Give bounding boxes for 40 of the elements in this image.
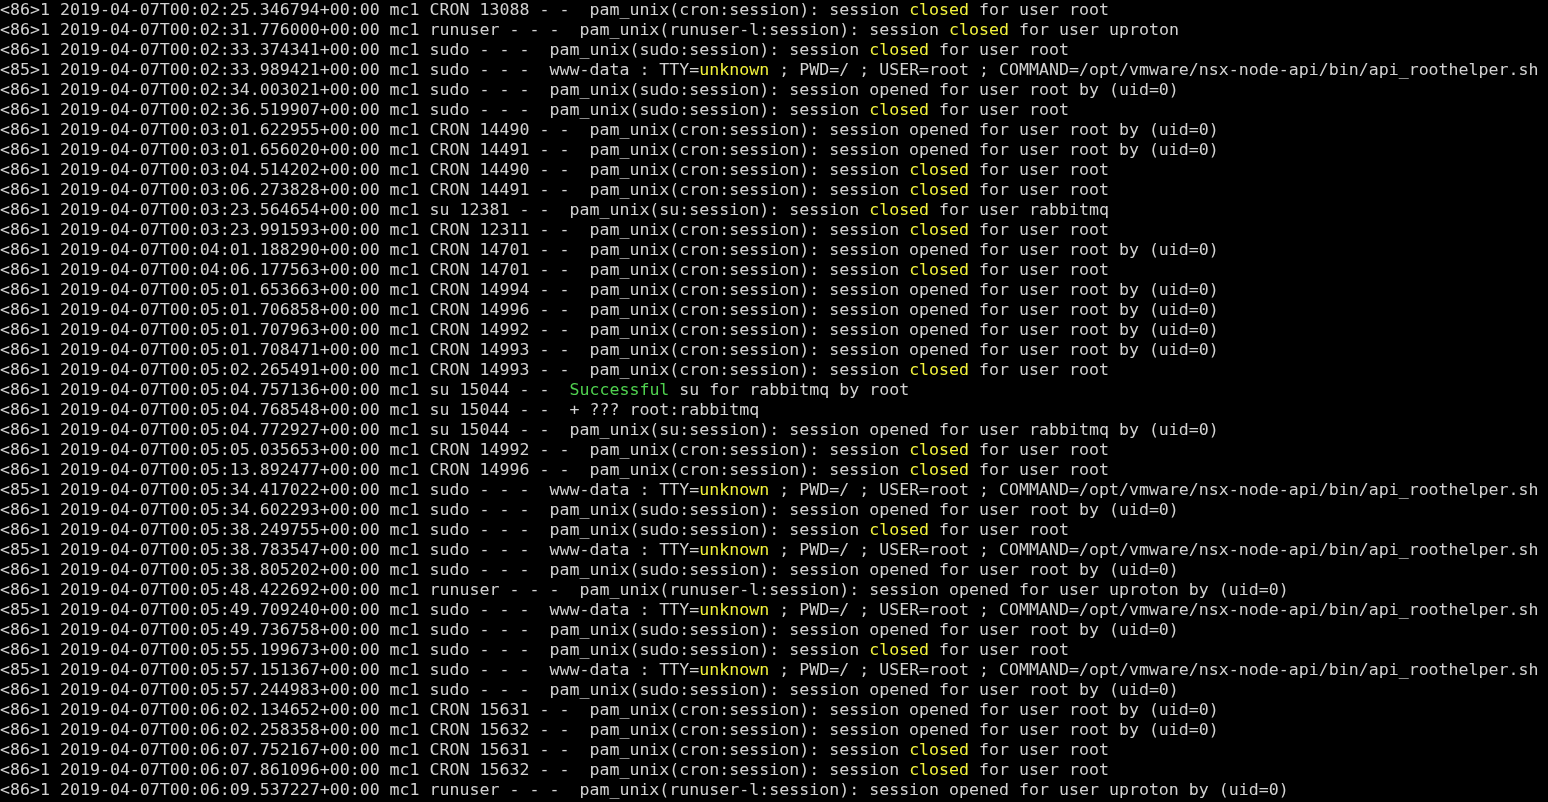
log-line: <86>1 2019-04-07T00:02:31.776000+00:00 mc1 runuser - - - pam_unix(runuser-l:session): session closed for user uproton: [0, 20, 1179, 40]
log-line: <85>1 2019-04-07T00:05:49.709240+00:00 mc1 sudo - - - www-data : TTY=unknown ; PWD=/ ; USER=root ; COMMAND=/opt/vmware/nsx-node-api/bin/api_roothelper.sh: [0, 600, 1539, 620]
log-line: <86>1 2019-04-07T00:06:09.537227+00:00 mc1 runuser - - - pam_unix(runuser-l:session): session opened for user uproton by (uid=0): [0, 780, 1289, 800]
log-line: <86>1 2019-04-07T00:05:01.653663+00:00 mc1 CRON 14994 - - pam_unix(cron:session): session opened for user root by (uid=0): [0, 280, 1219, 300]
log-line: <86>1 2019-04-07T00:05:05.035653+00:00 mc1 CRON 14992 - - pam_unix(cron:session): session closed for user root: [0, 440, 1109, 460]
log-line: <85>1 2019-04-07T00:05:38.783547+00:00 mc1 sudo - - - www-data : TTY=unknown ; PWD=/ ; USER=root ; COMMAND=/opt/vmware/nsx-node-api/bin/api_roothelper.sh: [0, 540, 1539, 560]
log-line: <86>1 2019-04-07T00:04:06.177563+00:00 mc1 CRON 14701 - - pam_unix(cron:session): session closed for user root: [0, 260, 1109, 280]
log-line: <86>1 2019-04-07T00:05:13.892477+00:00 mc1 CRON 14996 - - pam_unix(cron:session): session closed for user root: [0, 460, 1109, 480]
log-line: <86>1 2019-04-07T00:02:34.003021+00:00 mc1 sudo - - - pam_unix(sudo:session): session opened for user root by (uid=0): [0, 80, 1179, 100]
log-line: <86>1 2019-04-07T00:05:55.199673+00:00 mc1 sudo - - - pam_unix(sudo:session): session closed for user root: [0, 640, 1069, 660]
log-line: <86>1 2019-04-07T00:06:02.258358+00:00 mc1 CRON 15632 - - pam_unix(cron:session): session opened for user root by (uid=0): [0, 720, 1219, 740]
log-line: <86>1 2019-04-07T00:06:07.861096+00:00 mc1 CRON 15632 - - pam_unix(cron:session): session closed for user root: [0, 760, 1109, 780]
log-line: <86>1 2019-04-07T00:05:02.265491+00:00 mc1 CRON 14993 - - pam_unix(cron:session): session closed for user root: [0, 360, 1109, 380]
log-line: <86>1 2019-04-07T00:03:04.514202+00:00 mc1 CRON 14490 - - pam_unix(cron:session): session closed for user root: [0, 160, 1109, 180]
log-line: <86>1 2019-04-07T00:03:23.564654+00:00 mc1 su 12381 - - pam_unix(su:session): session closed for user rabbitmq: [0, 200, 1109, 220]
log-line: <86>1 2019-04-07T00:06:02.134652+00:00 mc1 CRON 15631 - - pam_unix(cron:session): session opened for user root by (uid=0): [0, 700, 1219, 720]
log-line: <86>1 2019-04-07T00:03:06.273828+00:00 mc1 CRON 14491 - - pam_unix(cron:session): session closed for user root: [0, 180, 1109, 200]
log-line: <86>1 2019-04-07T00:05:38.249755+00:00 mc1 sudo - - - pam_unix(sudo:session): session closed for user root: [0, 520, 1069, 540]
log-line: <86>1 2019-04-07T00:05:57.244983+00:00 mc1 sudo - - - pam_unix(sudo:session): session opened for user root by (uid=0): [0, 680, 1179, 700]
log-line: <85>1 2019-04-07T00:05:34.417022+00:00 mc1 sudo - - - www-data : TTY=unknown ; PWD=/ ; USER=root ; COMMAND=/opt/vmware/nsx-node-api/bin/api_roothelper.sh: [0, 480, 1539, 500]
log-line: <86>1 2019-04-07T00:05:01.706858+00:00 mc1 CRON 14996 - - pam_unix(cron:session): session opened for user root by (uid=0): [0, 300, 1219, 320]
log-line: <86>1 2019-04-07T00:05:48.422692+00:00 mc1 runuser - - - pam_unix(runuser-l:session): session opened for user uproton by (uid=0): [0, 580, 1289, 600]
log-line: <86>1 2019-04-07T00:05:38.805202+00:00 mc1 sudo - - - pam_unix(sudo:session): session opened for user root by (uid=0): [0, 560, 1179, 580]
log-line: <86>1 2019-04-07T00:04:01.188290+00:00 mc1 CRON 14701 - - pam_unix(cron:session): session opened for user root by (uid=0): [0, 240, 1219, 260]
log-line: <85>1 2019-04-07T00:02:33.989421+00:00 mc1 sudo - - - www-data : TTY=unknown ; PWD=/ ; USER=root ; COMMAND=/opt/vmware/nsx-node-api/bin/api_roothelper.sh: [0, 60, 1539, 80]
log-line: <86>1 2019-04-07T00:02:33.374341+00:00 mc1 sudo - - - pam_unix(sudo:session): session closed for user root: [0, 40, 1069, 60]
log-line: <86>1 2019-04-07T00:06:07.752167+00:00 mc1 CRON 15631 - - pam_unix(cron:session): session closed for user root: [0, 740, 1109, 760]
log-line: <86>1 2019-04-07T00:05:01.707963+00:00 mc1 CRON 14992 - - pam_unix(cron:session): session opened for user root by (uid=0): [0, 320, 1219, 340]
log-line: <85>1 2019-04-07T00:05:57.151367+00:00 mc1 sudo - - - www-data : TTY=unknown ; PWD=/ ; USER=root ; COMMAND=/opt/vmware/nsx-node-api/bin/api_roothelper.sh: [0, 660, 1539, 680]
log-line: <86>1 2019-04-07T00:05:04.768548+00:00 mc1 su 15044 - - + ??? root:rabbitmq: [0, 400, 760, 420]
log-line: <86>1 2019-04-07T00:03:23.991593+00:00 mc1 CRON 12311 - - pam_unix(cron:session): session closed for user root: [0, 220, 1109, 240]
log-line: <86>1 2019-04-07T00:03:01.656020+00:00 mc1 CRON 14491 - - pam_unix(cron:session): session opened for user root by (uid=0): [0, 140, 1219, 160]
log-line: <86>1 2019-04-07T00:05:04.757136+00:00 mc1 su 15044 - - Successful su for rabbitmq by root: [0, 380, 910, 400]
log-line: <86>1 2019-04-07T00:05:04.772927+00:00 mc1 su 15044 - - pam_unix(su:session): session opened for user rabbitmq by (uid=0): [0, 420, 1219, 440]
log-line: <86>1 2019-04-07T00:02:36.519907+00:00 mc1 sudo - - - pam_unix(sudo:session): session closed for user root: [0, 100, 1069, 120]
log-line: <86>1 2019-04-07T00:05:34.602293+00:00 mc1 sudo - - - pam_unix(sudo:session): session opened for user root by (uid=0): [0, 500, 1179, 520]
log-line: <86>1 2019-04-07T00:02:25.346794+00:00 mc1 CRON 13088 - - pam_unix(cron:session): session closed for user root: [0, 0, 1109, 20]
log-line: <86>1 2019-04-07T00:05:01.708471+00:00 mc1 CRON 14993 - - pam_unix(cron:session): session opened for user root by (uid=0): [0, 340, 1219, 360]
log-line: <86>1 2019-04-07T00:05:49.736758+00:00 mc1 sudo - - - pam_unix(sudo:session): session opened for user root by (uid=0): [0, 620, 1179, 640]
log-line: <86>1 2019-04-07T00:03:01.622955+00:00 mc1 CRON 14490 - - pam_unix(cron:session): session opened for user root by (uid=0): [0, 120, 1219, 140]
